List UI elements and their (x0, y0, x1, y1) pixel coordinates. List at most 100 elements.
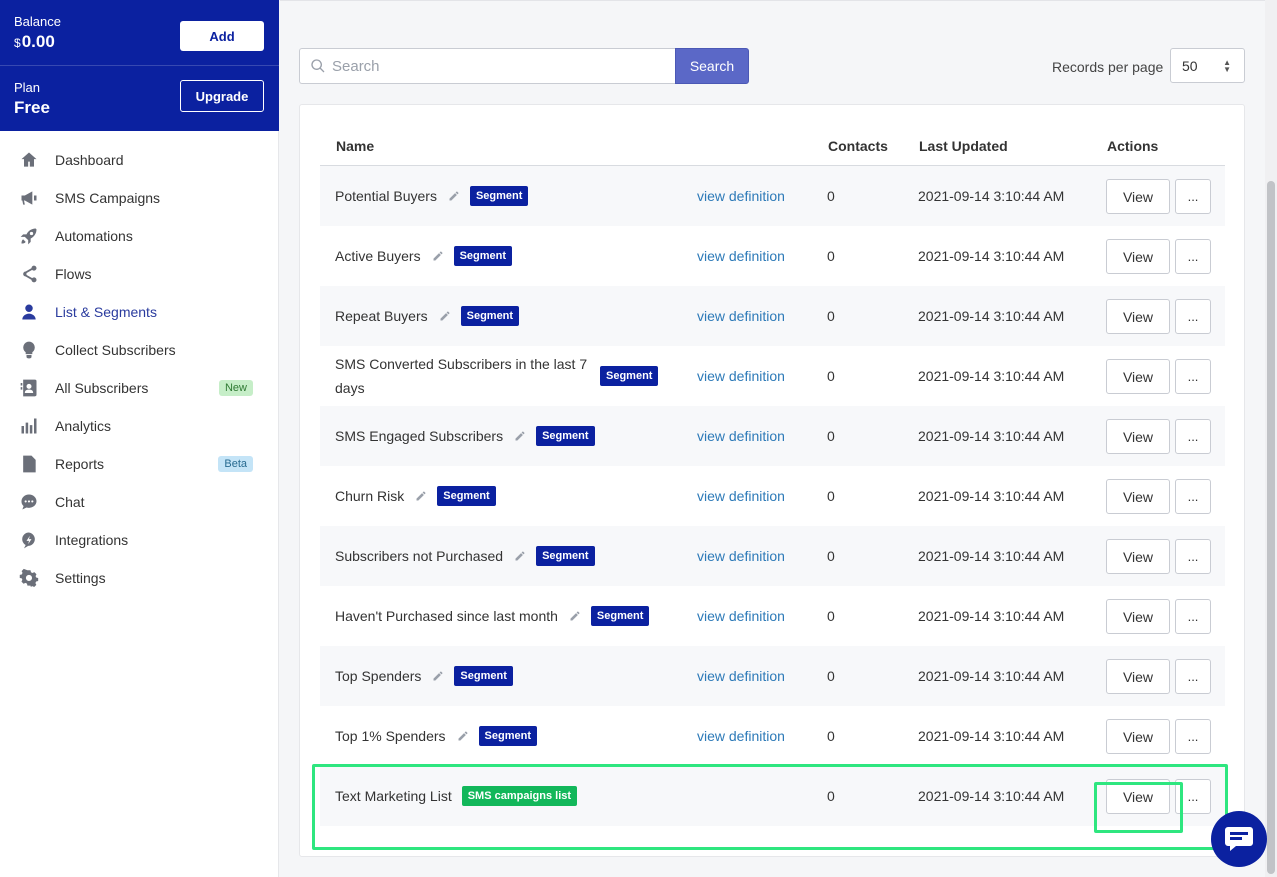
pencil-edit-icon[interactable] (432, 670, 444, 682)
view-button[interactable]: View (1106, 239, 1170, 274)
sidebar-item-label: Dashboard (55, 152, 124, 168)
view-definition-link[interactable]: view definition (697, 608, 785, 624)
segment-badge: Segment (478, 726, 537, 746)
row-last-updated: 2021-09-14 3:10:44 AM (918, 668, 1065, 684)
view-button[interactable]: View (1106, 479, 1170, 514)
sidebar-item-collect-subscribers[interactable]: Collect Subscribers (0, 331, 278, 369)
segment-badge: Segment (454, 666, 513, 686)
view-button[interactable]: View (1106, 179, 1170, 214)
more-actions-button[interactable]: ... (1175, 539, 1211, 574)
view-definition-link[interactable]: view definition (697, 728, 785, 744)
sidebar-item-list-and-segments[interactable]: List & Segments (0, 293, 278, 331)
more-actions-button[interactable]: ... (1175, 359, 1211, 394)
pencil-edit-icon[interactable] (448, 190, 460, 202)
view-definition-link[interactable]: view definition (697, 428, 785, 444)
row-last-updated: 2021-09-14 3:10:44 AM (918, 608, 1065, 624)
lists-table-card: Name Contacts Last Updated Actions Poten… (299, 104, 1245, 857)
view-definition-link[interactable]: view definition (697, 668, 785, 684)
row-last-updated: 2021-09-14 3:10:44 AM (918, 308, 1065, 324)
view-definition-link[interactable]: view definition (697, 308, 785, 324)
sidebar-item-all-subscribers[interactable]: All Subscribers New (0, 369, 278, 407)
row-last-updated: 2021-09-14 3:10:44 AM (918, 548, 1065, 564)
more-actions-button[interactable]: ... (1175, 719, 1211, 754)
row-name: Potential Buyers (335, 188, 437, 204)
row-last-updated: 2021-09-14 3:10:44 AM (918, 188, 1065, 204)
pencil-edit-icon[interactable] (569, 610, 581, 622)
rocket-icon (18, 225, 40, 247)
view-button[interactable]: View (1106, 419, 1170, 454)
pencil-edit-icon[interactable] (415, 490, 427, 502)
pencil-edit-icon[interactable] (514, 430, 526, 442)
pencil-edit-icon[interactable] (432, 250, 444, 262)
more-actions-button[interactable]: ... (1175, 599, 1211, 634)
sidebar-item-integrations[interactable]: Integrations (0, 521, 278, 559)
scrollbar-thumb[interactable] (1267, 181, 1275, 874)
segment-badge: Segment (536, 546, 595, 566)
sidebar-item-label: Chat (55, 494, 85, 510)
row-last-updated: 2021-09-14 3:10:44 AM (918, 728, 1065, 744)
sidebar-item-label: Integrations (55, 532, 129, 548)
sidebar-item-reports[interactable]: Reports Beta (0, 445, 278, 483)
view-definition-link[interactable]: view definition (697, 248, 785, 264)
view-button[interactable]: View (1106, 599, 1170, 634)
sidebar-nav: Dashboard SMS Campaigns Automations Flows Li… (0, 131, 278, 597)
row-name: SMS Converted Subscribers in the last 7 … (335, 356, 588, 396)
more-actions-button[interactable]: ... (1175, 659, 1211, 694)
segment-badge: Segment (453, 246, 513, 266)
view-button[interactable]: View (1106, 719, 1170, 754)
sidebar-item-analytics[interactable]: Analytics (0, 407, 278, 445)
view-definition-link[interactable]: view definition (697, 488, 785, 504)
view-definition-link[interactable]: view definition (697, 368, 785, 384)
header-name: Name (336, 138, 375, 154)
row-last-updated: 2021-09-14 3:10:44 AM (918, 368, 1065, 384)
records-per-page-select[interactable]: 50 ▲ ▼ (1170, 48, 1245, 83)
more-actions-button[interactable]: ... (1175, 179, 1211, 214)
chat-widget-button[interactable] (1211, 811, 1267, 867)
segment-badge: Segment (536, 426, 595, 446)
balance-currency: $ (14, 36, 21, 50)
table-row: Haven't Purchased since last month Segmen… (320, 586, 1225, 646)
add-balance-button[interactable]: Add (180, 21, 264, 51)
table-row: Churn Risk Segment view definition 0 2021-09… (320, 466, 1225, 526)
more-actions-button[interactable]: ... (1175, 479, 1211, 514)
sidebar-item-automations[interactable]: Automations (0, 217, 278, 255)
plug-icon (18, 529, 40, 551)
upgrade-button[interactable]: Upgrade (180, 80, 264, 112)
row-last-updated: 2021-09-14 3:10:44 AM (918, 248, 1065, 264)
header-last-updated: Last Updated (919, 138, 1008, 154)
plan-section: Plan Free Upgrade (0, 65, 279, 131)
account-panel: Balance $0.00 Add Plan Free Upgrade (0, 0, 279, 131)
more-actions-button[interactable]: ... (1175, 419, 1211, 454)
sidebar-item-sms-campaigns[interactable]: SMS Campaigns (0, 179, 278, 217)
row-name: Repeat Buyers (335, 308, 428, 324)
table-row: Active Buyers Segment view definition 0 2021… (320, 226, 1225, 286)
records-per-page-value: 50 (1182, 57, 1198, 74)
sidebar-item-dashboard[interactable]: Dashboard (0, 141, 278, 179)
more-actions-button[interactable]: ... (1175, 299, 1211, 334)
main-content: Search Records per page 50 ▲▼ Name Conta… (280, 0, 1277, 877)
view-definition-link[interactable]: view definition (697, 188, 785, 204)
records-per-page-label: Records per page (1052, 59, 1164, 75)
sidebar-item-label: All Subscribers (55, 380, 149, 396)
row-contacts: 0 (827, 488, 835, 504)
sidebar-item-flows[interactable]: Flows (0, 255, 278, 293)
more-actions-button[interactable]: ... (1175, 239, 1211, 274)
view-button[interactable]: View (1106, 299, 1170, 334)
row-name-cell: Top 1% Spenders Segment (335, 706, 675, 766)
view-button[interactable]: View (1106, 539, 1170, 574)
pencil-edit-icon[interactable] (457, 730, 469, 742)
row-name-cell: Subscribers not Purchased Segment (335, 526, 675, 586)
header-actions: Actions (1107, 138, 1159, 154)
view-button[interactable]: View (1106, 659, 1170, 694)
sidebar-item-settings[interactable]: Settings (0, 559, 278, 597)
sidebar-item-chat[interactable]: Chat (0, 483, 278, 521)
pencil-edit-icon[interactable] (514, 550, 526, 562)
search-input[interactable] (332, 57, 662, 75)
pencil-edit-icon[interactable] (439, 310, 451, 322)
search-button[interactable]: Search (675, 48, 749, 84)
view-button[interactable]: View (1106, 359, 1170, 394)
row-name-cell: SMS Converted Subscribers in the last 7 … (335, 346, 675, 406)
view-definition-link[interactable]: view definition (697, 548, 785, 564)
table-header: Name Contacts Last Updated Actions (320, 130, 1225, 166)
row-name: Haven't Purchased since last month (335, 608, 558, 624)
